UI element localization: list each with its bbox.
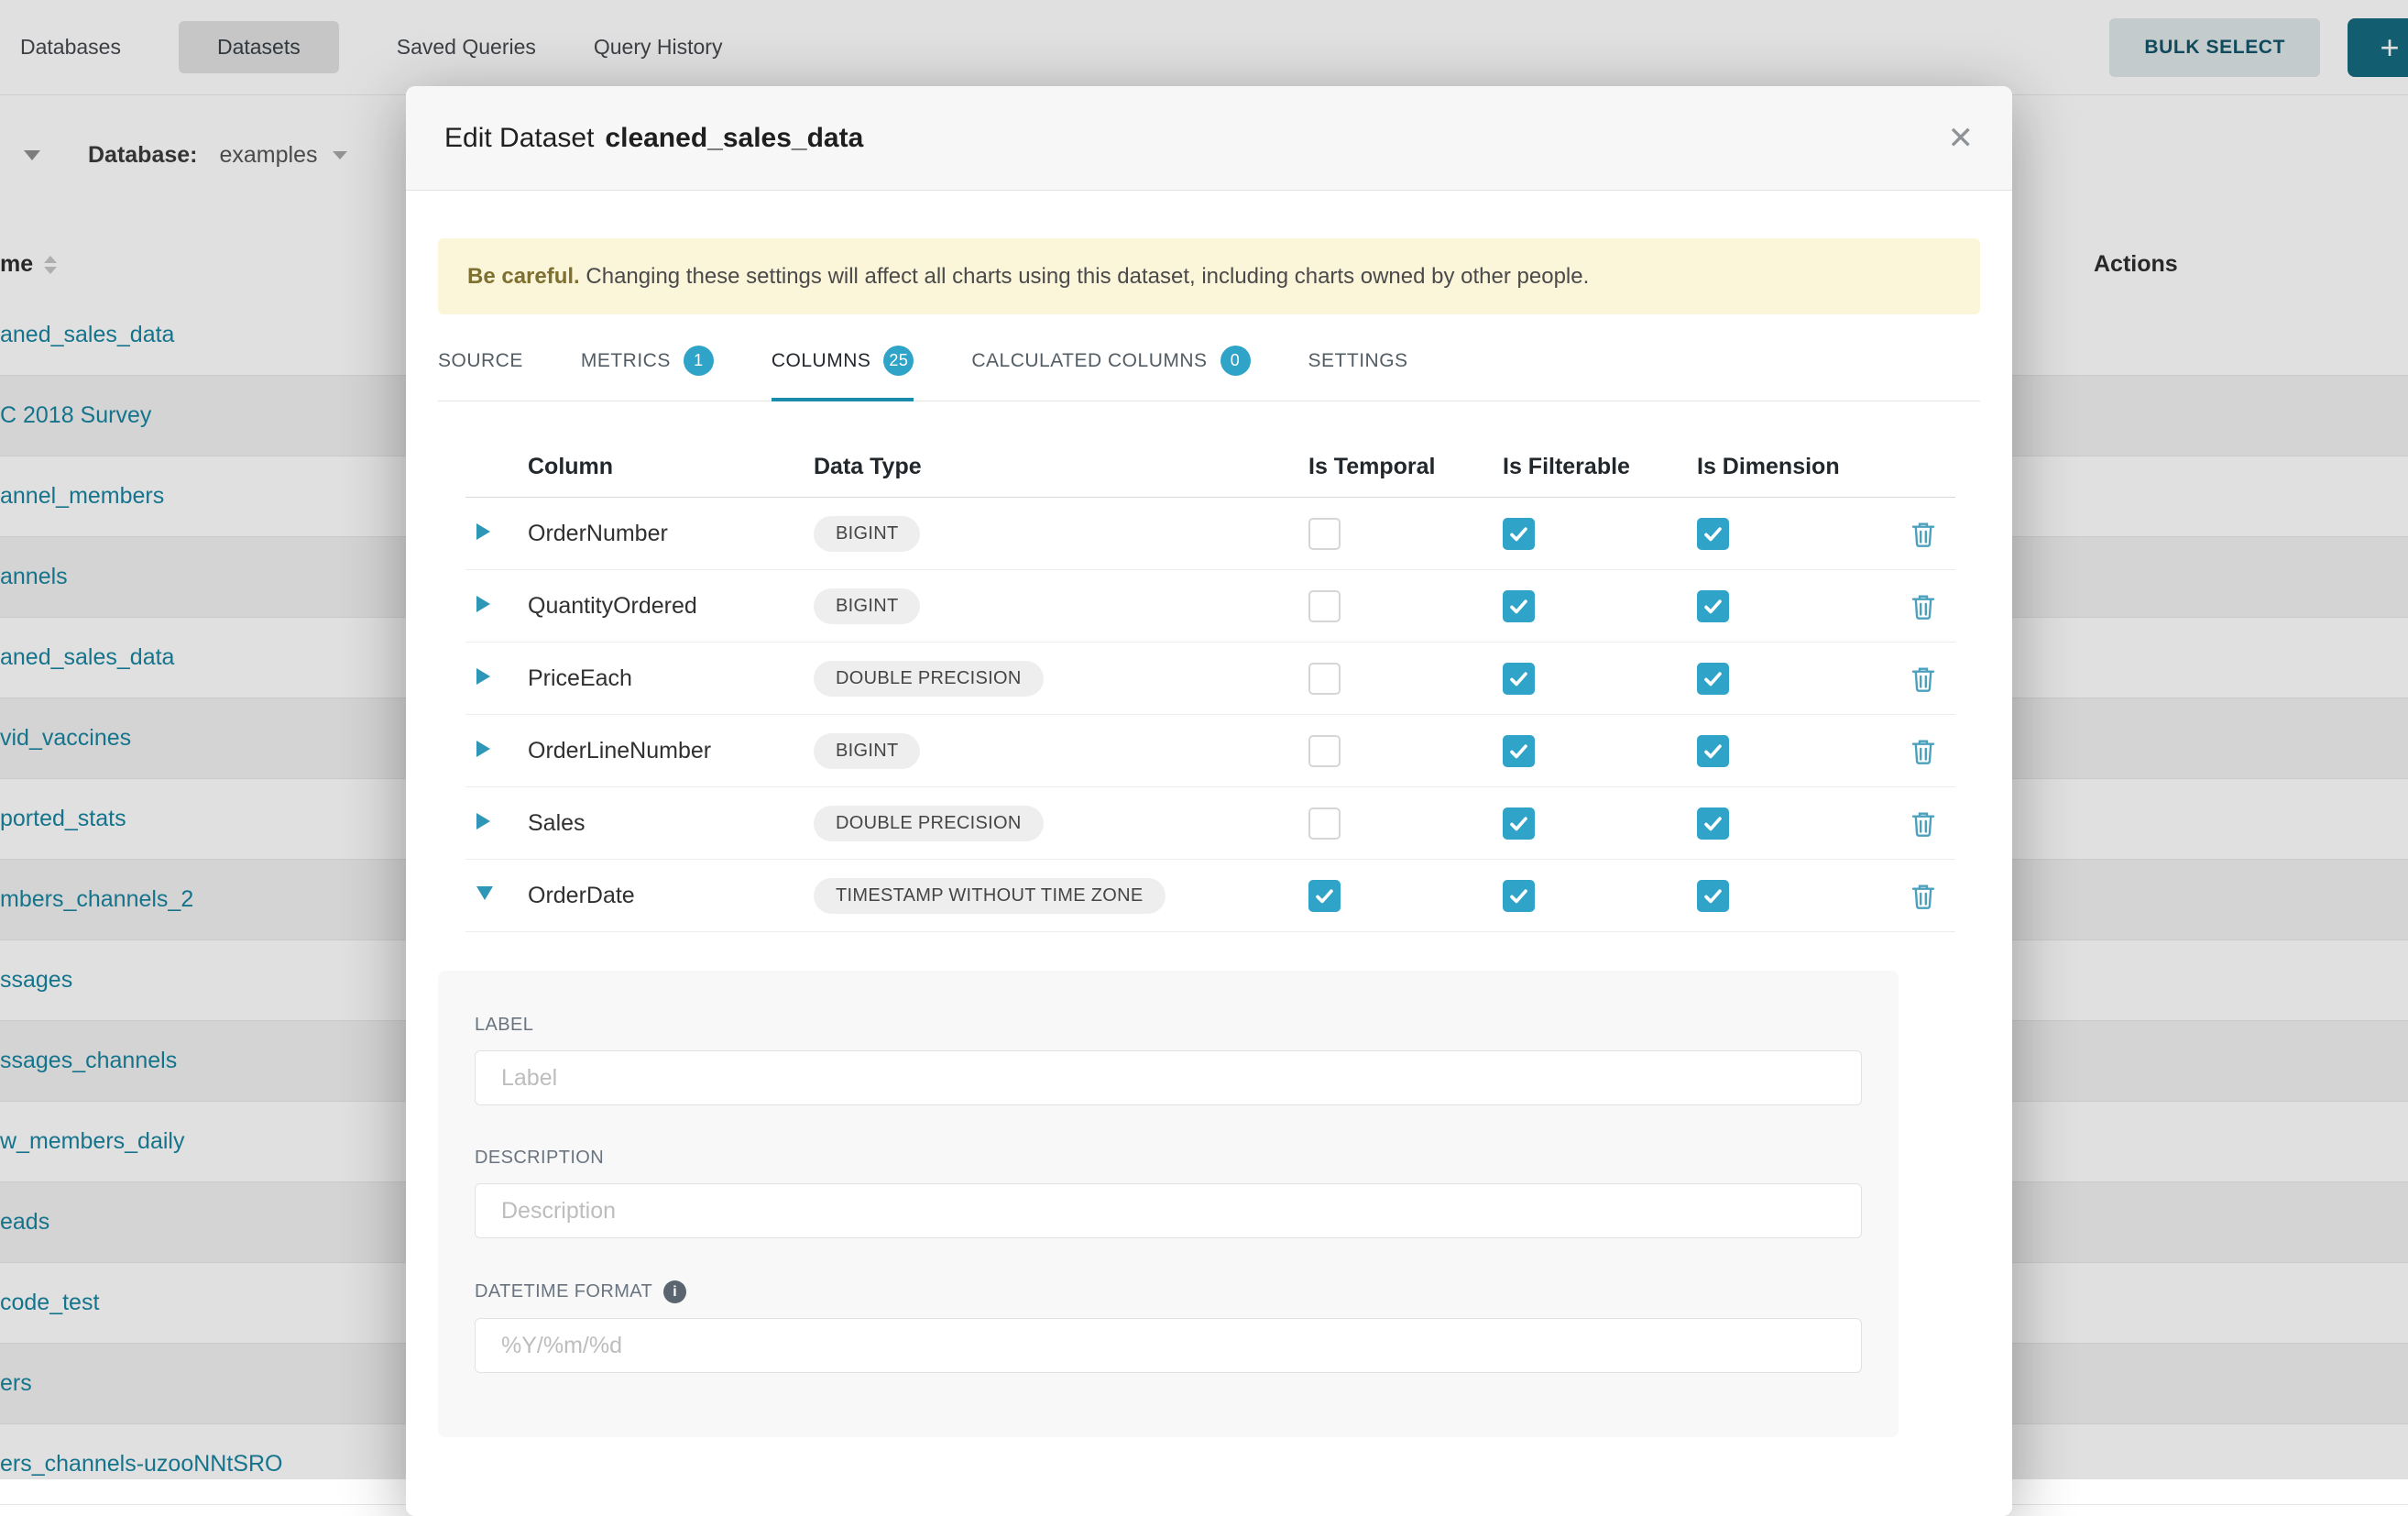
column-row: QuantityOrdered BIGINT xyxy=(465,570,1955,643)
column-type-badge: DOUBLE PRECISION xyxy=(814,661,1044,697)
warning-banner-bold: Be careful. xyxy=(467,264,580,289)
label-field: LABEL xyxy=(475,1015,1862,1105)
warning-banner-text: Changing these settings will affect all … xyxy=(580,264,1590,289)
checkbox-is-dimension[interactable] xyxy=(1697,880,1729,912)
checkbox-is-dimension[interactable] xyxy=(1697,663,1729,695)
column-type-badge: BIGINT xyxy=(814,733,920,769)
column-type-badge: BIGINT xyxy=(814,516,920,552)
checkbox-is-filterable[interactable] xyxy=(1503,518,1535,550)
collapse-caret-icon[interactable] xyxy=(476,886,493,900)
checkbox-is-filterable[interactable] xyxy=(1503,590,1535,622)
datetime-format-field-label: DATETIME FORMAT i xyxy=(475,1280,1862,1303)
modal-header: Edit Dataset cleaned_sales_data ✕ xyxy=(406,86,2012,191)
column-name: OrderDate xyxy=(528,883,635,908)
modal-title-dataset-name: cleaned_sales_data xyxy=(605,123,863,153)
checkbox-is-dimension[interactable] xyxy=(1697,518,1729,550)
column-type-badge: BIGINT xyxy=(814,588,920,624)
tab-calculated-columns[interactable]: CALCULATED COLUMNS 0 xyxy=(971,346,1250,401)
column-name: OrderLineNumber xyxy=(528,738,711,763)
expand-caret-icon[interactable] xyxy=(476,596,490,612)
description-field-label: DESCRIPTION xyxy=(475,1148,1862,1169)
checkbox-is-temporal[interactable] xyxy=(1308,807,1341,840)
delete-column-icon[interactable] xyxy=(1910,592,1936,621)
tab-label: CALCULATED COLUMNS xyxy=(971,350,1207,372)
header-is-filterable: Is Filterable xyxy=(1503,454,1697,480)
warning-banner: Be careful. Changing these settings will… xyxy=(438,238,1980,314)
checkbox-is-filterable[interactable] xyxy=(1503,735,1535,767)
column-type-badge: TIMESTAMP WITHOUT TIME ZONE xyxy=(814,878,1166,914)
checkbox-is-temporal[interactable] xyxy=(1308,663,1341,695)
tab-columns[interactable]: COLUMNS 25 xyxy=(772,346,914,401)
tab-label: COLUMNS xyxy=(772,350,871,372)
tab-label: METRICS xyxy=(581,350,671,372)
delete-column-icon[interactable] xyxy=(1910,665,1936,693)
header-column: Column xyxy=(511,454,814,480)
modal-title: Edit Dataset cleaned_sales_data xyxy=(444,123,863,154)
checkbox-is-temporal[interactable] xyxy=(1308,735,1341,767)
column-row: PriceEach DOUBLE PRECISION xyxy=(465,643,1955,715)
checkbox-is-filterable[interactable] xyxy=(1503,663,1535,695)
datetime-format-field: DATETIME FORMAT i xyxy=(475,1280,1862,1373)
tab-count-badge: 25 xyxy=(883,346,914,376)
column-row: OrderLineNumber BIGINT xyxy=(465,715,1955,787)
column-name: QuantityOrdered xyxy=(528,593,697,619)
tab-metrics[interactable]: METRICS 1 xyxy=(581,346,714,401)
delete-column-icon[interactable] xyxy=(1910,520,1936,548)
tab-label: SETTINGS xyxy=(1308,350,1408,372)
column-name: Sales xyxy=(528,810,586,836)
description-input[interactable] xyxy=(475,1183,1862,1238)
columns-table: Column Data Type Is Temporal Is Filterab… xyxy=(465,401,1955,932)
checkbox-is-dimension[interactable] xyxy=(1697,735,1729,767)
column-detail-panel: LABEL DESCRIPTION DATETIME FORMAT i xyxy=(438,971,1899,1437)
datetime-format-input[interactable] xyxy=(475,1318,1862,1373)
columns-table-body: OrderNumber BIGINT QuantityOrdered BIGINT Pr… xyxy=(465,498,1955,932)
description-field: DESCRIPTION xyxy=(475,1148,1862,1238)
header-is-temporal: Is Temporal xyxy=(1308,454,1503,480)
column-row: OrderNumber BIGINT xyxy=(465,498,1955,570)
header-is-dimension: Is Dimension xyxy=(1697,454,1891,480)
label-input[interactable] xyxy=(475,1050,1862,1105)
expand-caret-icon[interactable] xyxy=(476,813,490,829)
expand-caret-icon[interactable] xyxy=(476,523,490,540)
delete-column-icon[interactable] xyxy=(1910,809,1936,838)
checkbox-is-filterable[interactable] xyxy=(1503,880,1535,912)
modal-tabs: SOURCE METRICS 1 COLUMNS 25 CALCULATED COLUMN… xyxy=(438,346,1980,401)
checkbox-is-dimension[interactable] xyxy=(1697,590,1729,622)
expand-caret-icon[interactable] xyxy=(476,741,490,757)
tab-count-badge: 1 xyxy=(684,346,714,376)
column-name: PriceEach xyxy=(528,665,632,691)
close-icon[interactable]: ✕ xyxy=(1948,123,1975,154)
delete-column-icon[interactable] xyxy=(1910,737,1936,765)
checkbox-is-dimension[interactable] xyxy=(1697,807,1729,840)
column-name: OrderNumber xyxy=(528,521,668,546)
checkbox-is-temporal[interactable] xyxy=(1308,518,1341,550)
tab-count-badge: 0 xyxy=(1220,346,1251,376)
checkbox-is-temporal[interactable] xyxy=(1308,880,1341,912)
checkbox-is-temporal[interactable] xyxy=(1308,590,1341,622)
datetime-format-label-text: DATETIME FORMAT xyxy=(475,1281,652,1302)
columns-table-header: Column Data Type Is Temporal Is Filterab… xyxy=(465,401,1955,498)
tab-settings[interactable]: SETTINGS xyxy=(1308,346,1408,401)
delete-column-icon[interactable] xyxy=(1910,882,1936,910)
tab-source[interactable]: SOURCE xyxy=(438,346,523,401)
info-icon: i xyxy=(663,1280,686,1303)
column-row: Sales DOUBLE PRECISION xyxy=(465,787,1955,860)
expand-caret-icon[interactable] xyxy=(476,668,490,685)
column-type-badge: DOUBLE PRECISION xyxy=(814,806,1044,841)
edit-dataset-modal: Edit Dataset cleaned_sales_data ✕ Be care… xyxy=(406,86,2012,1516)
column-row: OrderDate TIMESTAMP WITHOUT TIME ZONE xyxy=(465,860,1955,932)
checkbox-is-filterable[interactable] xyxy=(1503,807,1535,840)
modal-title-prefix: Edit Dataset xyxy=(444,123,594,153)
label-field-label: LABEL xyxy=(475,1015,1862,1036)
header-data-type: Data Type xyxy=(814,454,1308,480)
tab-label: SOURCE xyxy=(438,350,523,372)
